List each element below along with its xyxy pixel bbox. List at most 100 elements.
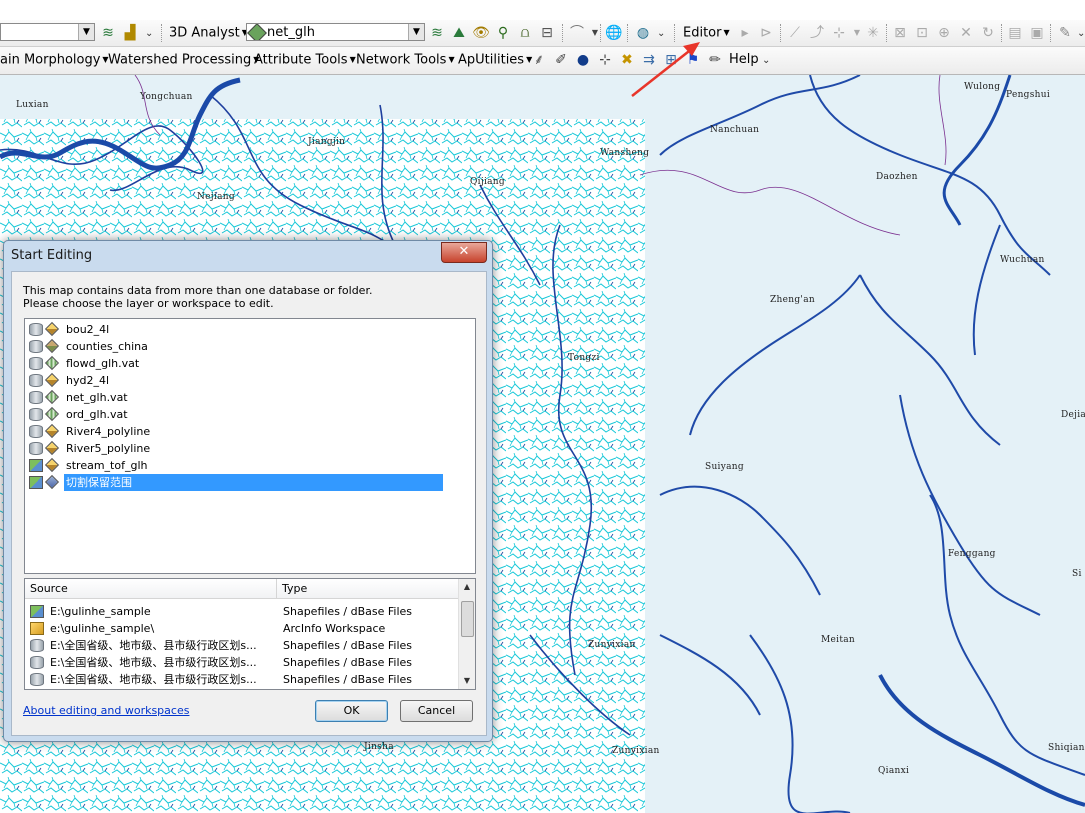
snap-pour-point-icon[interactable]: ⊹ — [596, 51, 614, 69]
table-row[interactable]: e:\gulinhe_sample\ ArcInfo Workspace — [25, 620, 459, 637]
layer-name: River5_polyline — [66, 442, 151, 455]
point-profile-icon[interactable]: ⚲ — [494, 24, 512, 42]
layer-item-counties-china[interactable]: counties_china — [29, 338, 444, 355]
sketch-properties-icon[interactable]: ▣ — [1028, 24, 1046, 42]
menu-morphology[interactable]: ain Morphology ▼ — [0, 51, 109, 69]
point-icon[interactable]: ✳ — [864, 24, 882, 42]
layer-item-river5-polyline[interactable]: River5_polyline — [29, 440, 444, 457]
polygon-layer-icon — [44, 338, 60, 354]
place-label: Qianxi — [878, 766, 910, 776]
attributes-icon[interactable]: ▤ — [1006, 24, 1024, 42]
flow-direction-icon[interactable]: ⸙ — [530, 51, 548, 69]
help-menu[interactable]: Help — [729, 51, 759, 69]
batch-tool-icon[interactable]: ✖ — [618, 51, 636, 69]
chevron-down-icon[interactable]: ▼ — [408, 24, 424, 40]
type-cell: Shapefiles / dBase Files — [283, 656, 413, 669]
column-header-type[interactable]: Type — [277, 579, 459, 599]
folder-database-icon — [29, 323, 43, 336]
3d-analyst-menu[interactable]: 3D Analyst ▼ — [169, 24, 248, 42]
editor-menu[interactable]: Editor ▼ — [683, 24, 730, 42]
layer-name: hyd2_4l — [66, 374, 110, 387]
watershed-tool-icon[interactable]: ⇉ — [640, 51, 658, 69]
arcscene-icon[interactable]: ◍ — [634, 24, 652, 42]
edit-tool-icon[interactable]: ▸ — [736, 24, 754, 42]
rotate-icon[interactable]: ↻ — [979, 24, 997, 42]
split-icon[interactable]: ✕ — [957, 24, 975, 42]
polygon-layer-icon — [44, 474, 60, 490]
table-row[interactable]: E:\全国省级、地市级、县市级行政区划s... Shapefiles / dBa… — [25, 654, 459, 671]
toolbar-grip-icon[interactable]: ⌄ — [1077, 28, 1085, 40]
cut-polygons-icon[interactable]: ⊕ — [935, 24, 953, 42]
pencil-edit-icon[interactable]: ✐ — [552, 51, 570, 69]
layer-list[interactable]: bou2_4l counties_china flowd_glh.vat hyd… — [24, 318, 476, 574]
scroll-thumb[interactable] — [461, 601, 474, 637]
table-row[interactable]: E:\全国省级、地市级、县市级行政区划s... Shapefiles / dBa… — [25, 637, 459, 654]
toolbar-grip-icon[interactable]: ⌄ — [145, 28, 153, 40]
reshape-icon[interactable]: ⊡ — [913, 24, 931, 42]
create-features-icon[interactable]: ✎ — [1056, 24, 1074, 42]
layer-combo-left[interactable]: ▼ — [0, 23, 95, 41]
layer-item-clip-extent[interactable]: 切割保留范围 — [29, 474, 444, 491]
globe-icon[interactable]: 🌐 — [605, 24, 623, 42]
source-cell: E:\全国省级、地市级、县市级行政区划s... — [50, 639, 257, 652]
ok-button[interactable]: OK — [315, 700, 388, 722]
network-tool-icon[interactable]: ⊞ — [662, 51, 680, 69]
column-header-source[interactable]: Source — [25, 579, 277, 599]
layer-item-river4-polyline[interactable]: River4_polyline — [29, 423, 444, 440]
toolbar-grip-icon[interactable]: ⌄ — [762, 55, 770, 67]
interpolate-line-icon[interactable]: ⩍ — [516, 24, 534, 42]
steepest-path-icon[interactable]: ⛰ — [450, 24, 468, 42]
close-button[interactable]: ✕ — [441, 242, 487, 263]
layer-item-hyd2-4l[interactable]: hyd2_4l — [29, 372, 444, 389]
toolbar-separator — [1001, 24, 1003, 42]
folder-database-icon — [30, 656, 44, 669]
folder-database-icon — [29, 374, 43, 387]
pen-icon[interactable]: ✏ — [706, 51, 724, 69]
chevron-down-icon[interactable]: ▼ — [78, 24, 94, 40]
layer-item-bou2-4l[interactable]: bou2_4l — [29, 321, 444, 338]
edit-annotation-icon[interactable]: ⊳ — [757, 24, 775, 42]
edit-vertices-icon[interactable]: ⊠ — [891, 24, 909, 42]
about-editing-link[interactable]: About editing and workspaces — [23, 704, 189, 717]
type-cell: Shapefiles / dBase Files — [283, 639, 413, 652]
layer-item-ord-glh-vat[interactable]: ord_glh.vat — [29, 406, 444, 423]
straight-segment-icon[interactable]: ⟋ — [786, 24, 804, 42]
menu-attribute-tools[interactable]: Attribute Tools ▼ — [254, 51, 356, 69]
toolbar-separator — [161, 24, 163, 42]
menu-network-tools[interactable]: Network Tools ▼ — [356, 51, 455, 69]
layer-item-flowd-glh-vat[interactable]: flowd_glh.vat — [29, 355, 444, 372]
layer-name: ord_glh.vat — [66, 408, 128, 421]
point-add-icon[interactable]: ● — [574, 51, 592, 69]
layer-item-net-glh-vat[interactable]: net_glh.vat — [29, 389, 444, 406]
line-of-sight-icon[interactable]: 👁 — [472, 24, 490, 42]
table-row[interactable]: E:\全国省级、地市级、县市级行政区划s... Shapefiles / dBa… — [25, 671, 459, 688]
table-row[interactable]: E:\gulinhe_sample Shapefiles / dBase Fil… — [25, 603, 459, 620]
place-label: Qijiang — [470, 177, 505, 187]
stream-tool-icon[interactable]: ≋ — [99, 24, 117, 42]
layer-combo[interactable]: net_glh ▼ — [246, 23, 425, 41]
toolbar-grip-icon[interactable]: ⌄ — [657, 28, 665, 40]
scroll-up-icon[interactable]: ▲ — [459, 579, 475, 595]
layer-item-stream-tof-glh[interactable]: stream_tof_glh — [29, 457, 444, 474]
source-table[interactable]: Source Type E:\gulinhe_sample Shapefiles… — [24, 578, 476, 690]
interpolate-polygon-icon[interactable]: ⊟ — [538, 24, 556, 42]
vertical-scrollbar[interactable]: ▲ ▼ — [458, 579, 475, 689]
scroll-down-icon[interactable]: ▼ — [459, 673, 475, 689]
profile-graph-icon[interactable]: ⌒ — [568, 24, 586, 42]
menu-watershed-processing[interactable]: Watershed Processing ▼ — [108, 51, 259, 69]
place-label: Wansheng — [600, 148, 650, 158]
help-label: Help — [729, 52, 759, 67]
end-point-arc-icon[interactable]: ⤴ — [808, 24, 826, 42]
cancel-button[interactable]: Cancel — [400, 700, 473, 722]
place-label: Dejia — [1061, 410, 1085, 420]
trace-icon[interactable]: ⊹ — [830, 24, 848, 42]
histogram-icon[interactable]: ▟ — [121, 24, 139, 42]
place-label: Zheng'an — [770, 295, 815, 305]
menu-aputilities[interactable]: ApUtilities ▼ — [458, 51, 532, 69]
caret-down-icon: ▼ — [723, 28, 730, 37]
type-cell: ArcInfo Workspace — [283, 622, 386, 635]
source-cell: e:\gulinhe_sample\ — [50, 622, 155, 635]
flag-icon[interactable]: ⚑ — [684, 51, 702, 69]
contour-icon[interactable]: ≋ — [428, 24, 446, 42]
layer-name: bou2_4l — [66, 323, 110, 336]
